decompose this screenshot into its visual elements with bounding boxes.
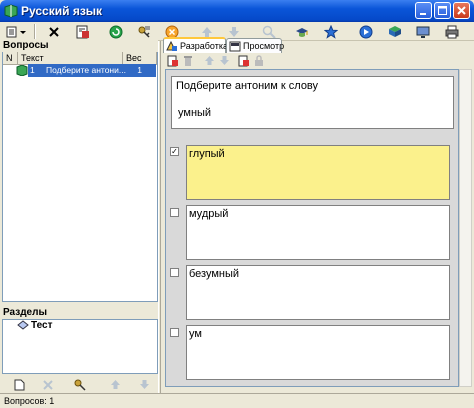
arrow-up-icon: [202, 26, 212, 37]
new-dropdown-icon: [6, 26, 26, 37]
status-bar: Вопросов: 1: [0, 393, 474, 408]
lock-button[interactable]: [250, 52, 268, 69]
play-icon: [359, 25, 373, 38]
preview-icon: [229, 41, 241, 52]
arrow-up-icon: [204, 56, 214, 65]
close-button[interactable]: [453, 2, 470, 19]
app-icon: [4, 4, 18, 18]
maximize-icon: [438, 6, 447, 15]
development-icon: [166, 41, 177, 51]
tab-label: Просмотр: [243, 41, 285, 51]
hat-icon: [296, 27, 308, 37]
vertical-scrollbar[interactable]: [459, 69, 472, 387]
tab-development[interactable]: Разработка: [163, 37, 228, 53]
add-answer-icon: [167, 55, 178, 66]
questions-list[interactable]: [2, 52, 158, 302]
monitor-icon: [416, 26, 430, 38]
title-bar: Русский язык: [0, 0, 474, 22]
row-number: 1: [30, 65, 35, 75]
star-icon: [324, 24, 338, 39]
question-editor: Подберите антоним к слову умный ✓ глупый…: [165, 69, 459, 387]
key-button[interactable]: [135, 23, 153, 40]
print-button[interactable]: [443, 23, 461, 40]
status-text: Вопросов: 1: [4, 396, 55, 406]
green-refresh-icon: [109, 25, 123, 38]
book-icon: [389, 25, 401, 37]
delete-answer-button[interactable]: [179, 52, 197, 69]
section-item[interactable]: Тест: [31, 320, 53, 331]
star-button[interactable]: [322, 23, 340, 40]
maximize-button[interactable]: [434, 2, 451, 19]
copy-icon: [238, 55, 249, 66]
key-icon: [138, 25, 150, 38]
print-icon: [445, 25, 459, 38]
answer-checkbox[interactable]: [170, 328, 179, 337]
tab-preview[interactable]: Просмотр: [226, 38, 285, 53]
refresh-button[interactable]: [107, 23, 125, 40]
arrow-down-icon: [229, 26, 239, 37]
question-text-box[interactable]: Подберите антоним к слову умный: [171, 76, 454, 129]
minimize-button[interactable]: [415, 2, 432, 19]
sections-toolbar: [2, 376, 158, 392]
arrow-down-icon: [139, 380, 149, 389]
question-icon: [16, 65, 28, 76]
answer-field[interactable]: глупый: [186, 145, 450, 200]
answer-field[interactable]: мудрый: [186, 205, 450, 260]
answer-checkbox[interactable]: [170, 208, 179, 217]
splitter[interactable]: [158, 41, 161, 393]
hat-button[interactable]: [293, 23, 311, 40]
new-dropdown-button[interactable]: [6, 23, 28, 40]
delete-button[interactable]: [45, 23, 63, 40]
properties-icon: [76, 25, 89, 38]
close-icon: [457, 6, 466, 15]
column-header-number[interactable]: N: [3, 52, 18, 65]
tab-label: Разработка: [180, 41, 228, 51]
delete-section-button[interactable]: [39, 376, 57, 393]
section-properties-button[interactable]: [70, 376, 88, 393]
properties-button[interactable]: [74, 23, 92, 40]
key-icon: [74, 379, 86, 391]
search-icon: [262, 25, 276, 39]
delete-icon: [43, 379, 53, 390]
book-button[interactable]: [386, 23, 404, 40]
arrow-down-icon: [219, 56, 229, 65]
sections-header: Разделы: [0, 306, 158, 319]
monitor-button[interactable]: [414, 23, 432, 40]
add-section-button[interactable]: [10, 376, 28, 393]
minimize-icon: [420, 13, 426, 15]
toolbar-separator: [34, 24, 36, 39]
answer-field[interactable]: ум: [186, 325, 450, 380]
answer-down-button[interactable]: [215, 52, 233, 69]
answer-field[interactable]: безумный: [186, 265, 450, 320]
table-row[interactable]: 1 Подберите антони... 1: [28, 64, 156, 77]
question-prompt: Подберите антоним к слову: [176, 80, 319, 92]
section-icon: [17, 320, 29, 330]
delete-icon: [49, 26, 59, 37]
row-weight: 1: [137, 65, 142, 75]
question-word: умный: [178, 107, 212, 119]
trash-icon: [184, 55, 192, 66]
section-up-button[interactable]: [106, 376, 124, 393]
lock-icon: [255, 54, 263, 66]
questions-header: Вопросы: [0, 39, 158, 52]
answer-checkbox[interactable]: [170, 268, 179, 277]
window-title: Русский язык: [21, 4, 103, 18]
answer-checkbox[interactable]: ✓: [170, 147, 179, 156]
play-button[interactable]: [357, 23, 375, 40]
editor-toolbar: [162, 53, 460, 68]
arrow-up-icon: [110, 380, 120, 389]
row-text: Подберите антони...: [46, 65, 126, 75]
section-down-button[interactable]: [135, 376, 153, 393]
new-document-icon: [14, 379, 24, 390]
